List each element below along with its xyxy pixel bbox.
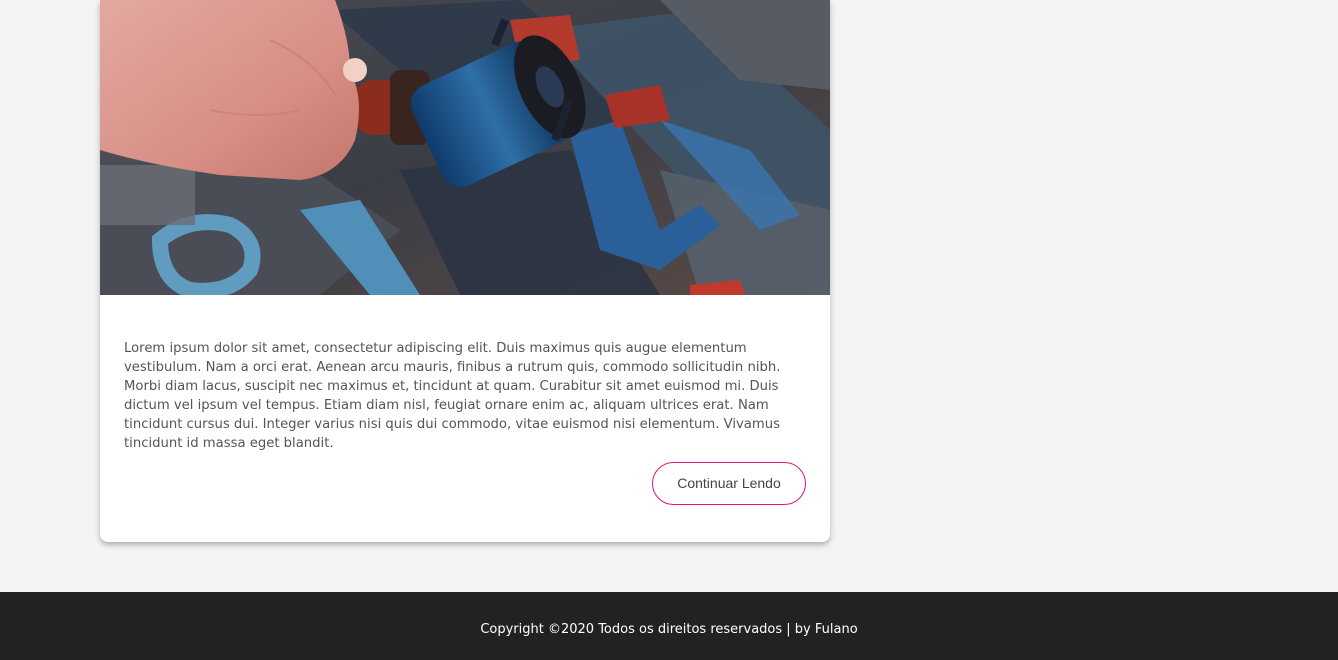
- post-excerpt: Lorem ipsum dolor sit amet, consectetur …: [124, 341, 781, 451]
- footer: Copyright ©2020 Todos os direitos reserv…: [0, 592, 1338, 660]
- page: Lorem ipsum dolor sit amet, consectetur …: [0, 0, 1338, 660]
- post-image: [100, 0, 830, 295]
- footer-copyright: Copyright ©2020 Todos os direitos reserv…: [480, 622, 858, 637]
- post-card: Lorem ipsum dolor sit amet, consectetur …: [100, 0, 830, 542]
- continue-reading-button[interactable]: Continuar Lendo: [652, 462, 806, 505]
